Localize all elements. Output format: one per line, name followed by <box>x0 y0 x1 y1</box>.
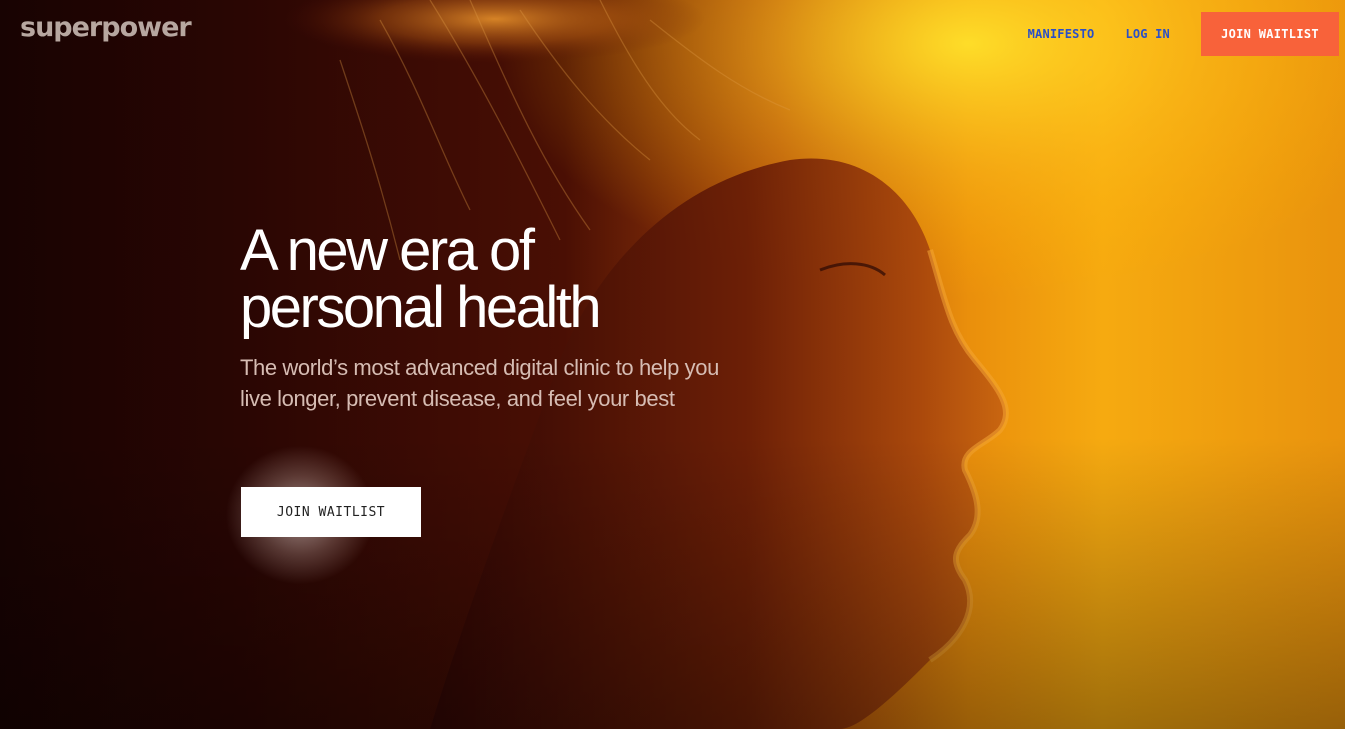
top-navigation: MANIFESTO LOG IN JOIN WAITLIST <box>1028 12 1339 56</box>
hero-section: superpower MANIFESTO LOG IN JOIN WAITLIS… <box>0 0 1345 729</box>
hero-headline: A new era of personal health <box>240 222 760 337</box>
hero-join-waitlist-button[interactable]: JOIN WAITLIST <box>241 487 421 537</box>
hero-headline-line-2: personal health <box>240 275 602 340</box>
superpower-logo[interactable]: superpower <box>20 14 192 41</box>
nav-join-waitlist-button[interactable]: JOIN WAITLIST <box>1201 12 1339 56</box>
nav-link-manifesto[interactable]: MANIFESTO <box>1028 27 1095 41</box>
hero-headline-line-1: A new era of <box>240 218 535 283</box>
hero-subheadline: The world’s most advanced digital clinic… <box>240 355 719 411</box>
nav-link-log-in[interactable]: LOG IN <box>1125 27 1170 41</box>
